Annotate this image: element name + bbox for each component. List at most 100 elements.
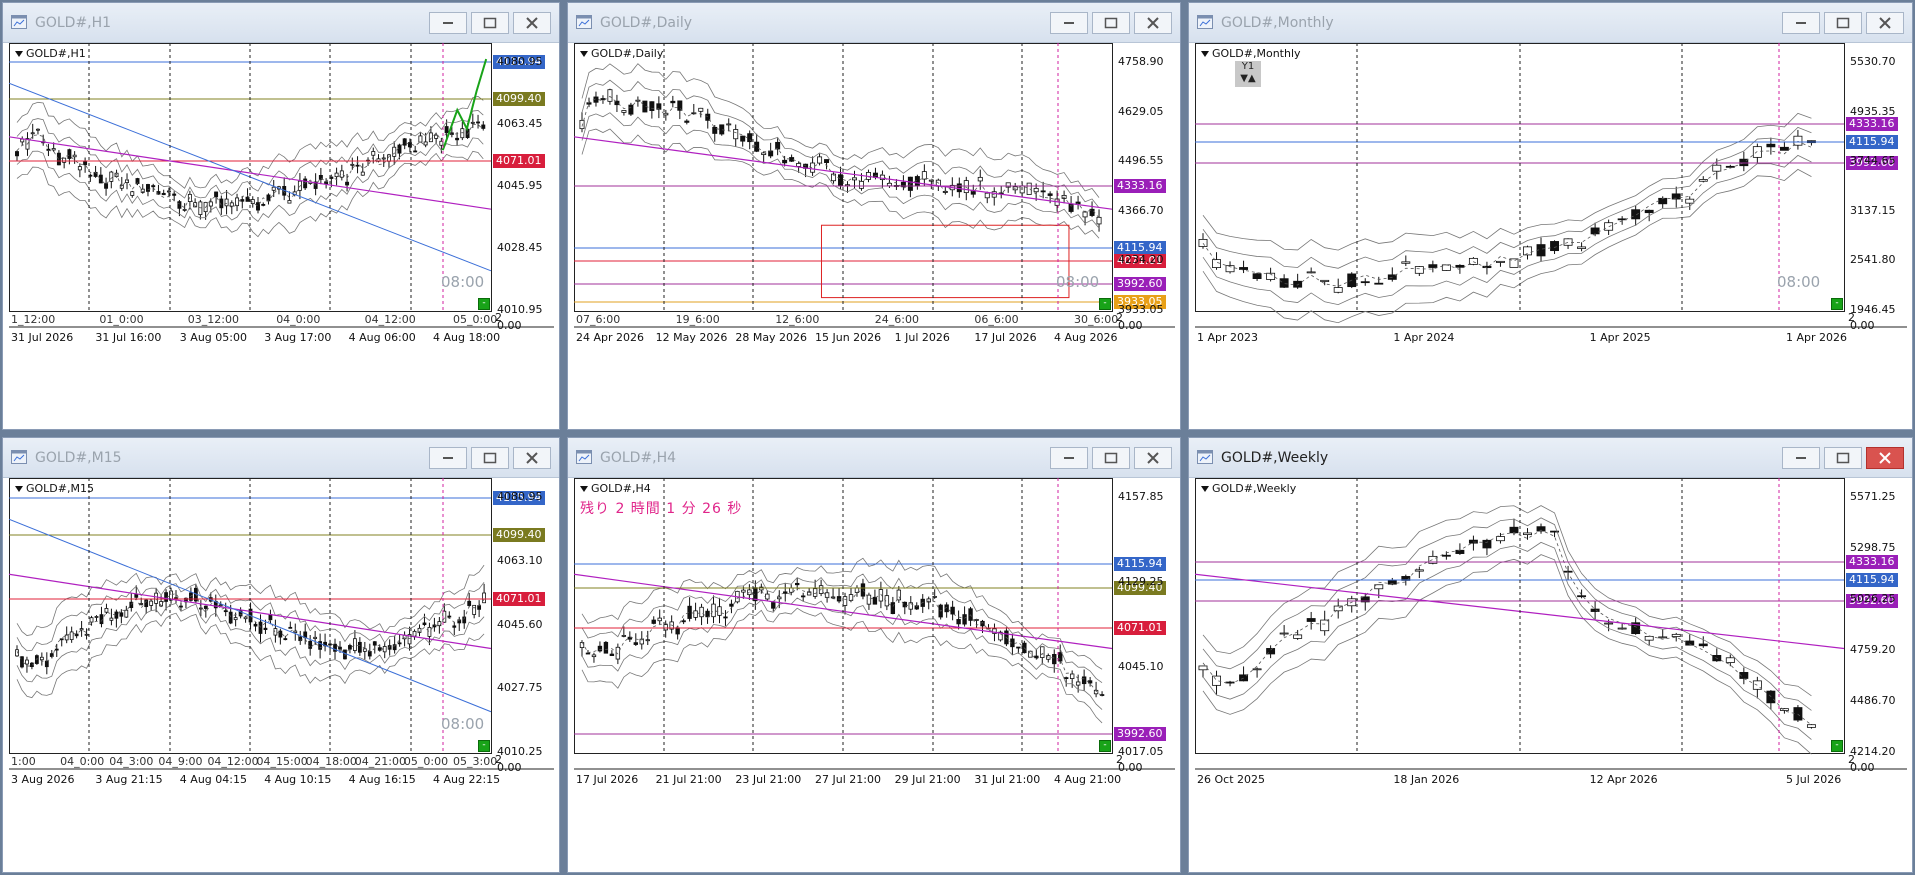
price-tick: 5026.25: [1850, 592, 1896, 605]
maximize-button[interactable]: [1824, 447, 1862, 469]
minimize-button[interactable]: [1782, 12, 1820, 34]
window-titlebar[interactable]: GOLD#,Monthly: [1189, 3, 1912, 43]
time-tick: 4 Aug 04:15: [179, 773, 247, 786]
close-button[interactable]: [1134, 12, 1172, 34]
time-tick: 1 Jul 2026: [894, 331, 950, 344]
close-icon: [1147, 17, 1159, 29]
close-button[interactable]: [513, 12, 551, 34]
chart-area[interactable]: GOLD#,Daily 4333.16 4115.94 4071.01 3992.60 3…: [574, 43, 1175, 423]
price-tick: 5530.70: [1850, 55, 1896, 68]
time-tick: 27 Jul 21:00: [815, 773, 881, 786]
maximize-icon: [1104, 452, 1118, 464]
close-icon: [526, 452, 538, 464]
one-click-trade-button[interactable]: -: [1831, 740, 1843, 752]
symbol-label[interactable]: GOLD#,Daily: [580, 47, 663, 60]
window-titlebar[interactable]: GOLD#,H1: [3, 3, 559, 43]
chart-window-weekly[interactable]: GOLD#,Weekly GOLD#,Weekly 4333.16 4115.94 3…: [1188, 437, 1913, 873]
time-tick: 17 Jul 2026: [576, 773, 639, 786]
arrows-icon: ▼▲: [1240, 73, 1256, 84]
chart-window-daily[interactable]: GOLD#,Daily GOLD#,Daily 4333.16 4115.94 407…: [567, 2, 1181, 430]
symbol-label[interactable]: GOLD#,H1: [15, 47, 86, 60]
y1-scale-widget[interactable]: Y1 ▼▲: [1235, 61, 1261, 87]
window-titlebar[interactable]: GOLD#,M15: [3, 438, 559, 478]
window-titlebar[interactable]: GOLD#,H4: [568, 438, 1180, 478]
minimize-button[interactable]: [1050, 447, 1088, 469]
one-click-trade-button[interactable]: -: [478, 740, 490, 752]
maximize-button[interactable]: [1092, 12, 1130, 34]
session-tick: 05_3:00: [453, 755, 498, 768]
candle: [1468, 257, 1478, 266]
minimize-button[interactable]: [1050, 12, 1088, 34]
close-button[interactable]: [1866, 12, 1904, 34]
symbol-label[interactable]: GOLD#,Weekly: [1201, 482, 1296, 495]
session-tick: 06_6:00: [974, 313, 1019, 326]
close-button[interactable]: [1134, 447, 1172, 469]
time-tick: 1 Apr 2024: [1393, 331, 1455, 344]
price-tick: 4028.45: [497, 241, 543, 254]
time-tick: 31 Jul 2026: [11, 331, 74, 344]
time-tick: 4 Aug 10:15: [264, 773, 332, 786]
chart-window-m15[interactable]: GOLD#,M15 GOLD#,M15 4115.94 4099.40 4071.01…: [2, 437, 560, 873]
maximize-button[interactable]: [471, 447, 509, 469]
window-title: GOLD#,M15: [35, 450, 122, 466]
window-titlebar[interactable]: GOLD#,Daily: [568, 3, 1180, 43]
session-tick: 05_0:00: [403, 755, 449, 768]
time-tick: 23 Jul 21:00: [735, 773, 802, 786]
minimize-button[interactable]: [429, 12, 467, 34]
price-level-label: 3992.60: [1114, 277, 1166, 291]
price-level-label: 4333.16: [1846, 555, 1898, 569]
price-tick: 4486.70: [1850, 694, 1896, 707]
chart-window-h4[interactable]: GOLD#,H4 GOLD#,H4 4115.94 4099.40 4071.01 39…: [567, 437, 1181, 873]
maximize-icon: [1836, 452, 1850, 464]
maximize-button[interactable]: [1824, 12, 1862, 34]
one-click-trade-button[interactable]: -: [1099, 740, 1111, 752]
chart-window-monthly[interactable]: GOLD#,Monthly GOLD#,Monthly 4333.16 4115.9…: [1188, 2, 1913, 430]
session-tick: 04_9:00: [158, 755, 203, 768]
window-titlebar[interactable]: GOLD#,Weekly: [1189, 438, 1912, 478]
symbol-text: GOLD#,H4: [591, 482, 651, 495]
one-click-trade-button[interactable]: -: [478, 298, 490, 310]
candle: [628, 102, 634, 116]
chart-window-icon: [1197, 15, 1213, 29]
chart-area[interactable]: GOLD#,Monthly 4333.16 4115.94 3992.60 5530.7…: [1195, 43, 1907, 423]
price-tick: 4496.55: [1118, 154, 1164, 168]
session-tick: 03_12:00: [187, 313, 239, 326]
minimize-button[interactable]: [429, 447, 467, 469]
symbol-text: GOLD#,Weekly: [1212, 482, 1297, 495]
symbol-label[interactable]: GOLD#,Monthly: [1201, 47, 1301, 60]
vline-time-label: 08:00: [1056, 273, 1100, 291]
close-button[interactable]: [1866, 447, 1904, 469]
one-click-trade-button[interactable]: -: [1099, 298, 1111, 310]
session-tick: 1_12:00: [11, 313, 56, 326]
minimize-button[interactable]: [1782, 447, 1820, 469]
symbol-label[interactable]: GOLD#,M15: [15, 482, 94, 495]
symbol-label[interactable]: GOLD#,H4: [580, 482, 651, 495]
price-level-label: 4333.16: [1114, 179, 1166, 193]
chart-area[interactable]: GOLD#,H1 4115.94 4099.40 4071.01 4080.95 4063…: [9, 43, 554, 423]
chart-area[interactable]: GOLD#,M15 4115.94 4099.40 4071.01 4080.95 406…: [9, 478, 554, 866]
maximize-icon: [1836, 17, 1850, 29]
maximize-button[interactable]: [1092, 447, 1130, 469]
time-tick: 5 Jul 2026: [1786, 773, 1842, 786]
time-tick: 1 Apr 2023: [1197, 331, 1259, 344]
time-tick: 29 Jul 21:00: [894, 773, 961, 786]
candle: [1441, 264, 1451, 271]
chart-window-icon: [11, 450, 27, 464]
session-tick: 07_6:00: [576, 313, 621, 326]
session-tick: 1:00: [11, 755, 36, 768]
minimize-icon: [443, 22, 453, 24]
one-click-trade-button[interactable]: -: [1831, 298, 1843, 310]
chart-window-icon: [1197, 450, 1213, 464]
chart-window-icon: [576, 15, 592, 29]
session-tick: 04_0:00: [60, 755, 105, 768]
close-button[interactable]: [513, 447, 551, 469]
scale-corner-bottom: 0.00: [1850, 319, 1875, 332]
chart-area[interactable]: GOLD#,Weekly 4333.16 4115.94 3992.60 5571.25…: [1195, 478, 1907, 866]
price-level-label: 4099.40: [493, 92, 545, 106]
triangle-down-icon: [1201, 50, 1209, 57]
price-tick: 4045.10: [1118, 660, 1164, 673]
price-tick: 5571.25: [1850, 490, 1896, 503]
chart-window-h1[interactable]: GOLD#,H1 GOLD#,H1 4115.94 4099.40 4071.01 40…: [2, 2, 560, 430]
maximize-button[interactable]: [471, 12, 509, 34]
chart-area[interactable]: GOLD#,H4 4115.94 4099.40 4071.01 3992.60 4157…: [574, 478, 1175, 866]
